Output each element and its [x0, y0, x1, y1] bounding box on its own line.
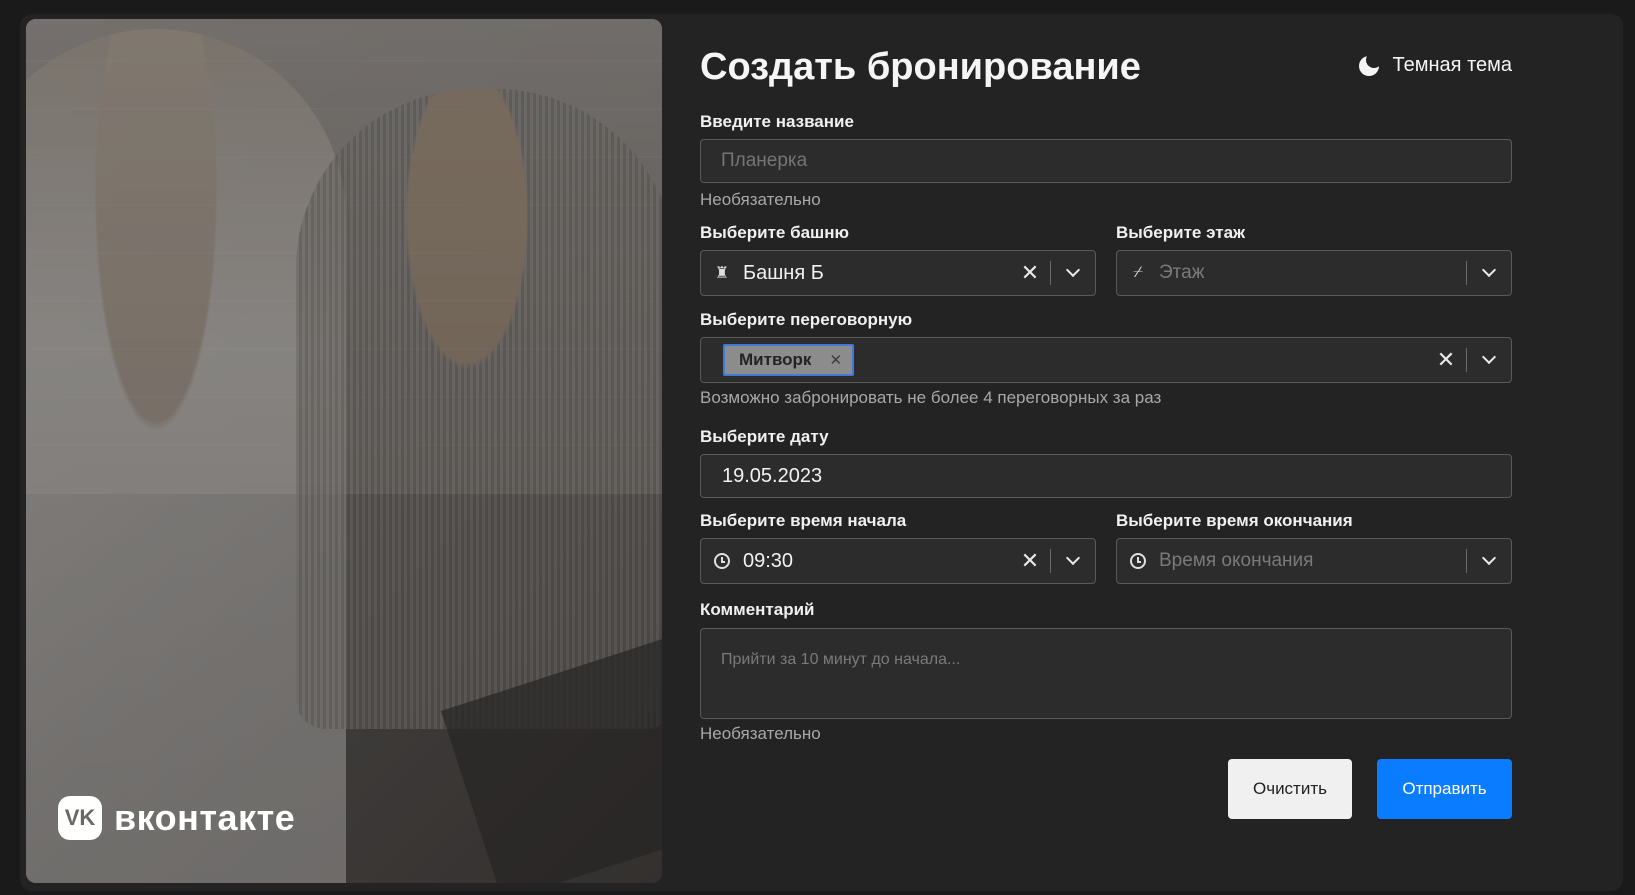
name-hint: Необязательно: [700, 190, 821, 209]
submit-button[interactable]: Отправить: [1377, 759, 1512, 819]
start-time-value: 09:30: [743, 549, 794, 572]
name-label: Введите название: [700, 112, 854, 131]
photo-overlay: [26, 19, 662, 883]
comment-label: Комментарий: [700, 600, 815, 619]
room-tag: Митворк ✕: [723, 344, 855, 376]
tower-icon: ♜: [714, 265, 730, 282]
room-multiselect[interactable]: Митворк ✕ ✕: [700, 337, 1512, 383]
date-input[interactable]: 19.05.2023: [700, 454, 1512, 498]
floor-select[interactable]: ⌿ Этаж: [1116, 250, 1512, 296]
start-time-select[interactable]: 09:30 ✕: [700, 538, 1096, 584]
end-time-chevron-down-icon[interactable]: [1467, 550, 1511, 566]
room-label: Выберите переговорную: [700, 310, 913, 329]
stairs-icon: ⌿: [1133, 264, 1143, 281]
tower-label: Выберите башню: [700, 223, 849, 242]
start-time-chevron-down-icon[interactable]: [1051, 550, 1095, 566]
vk-logo-text: вконтакте: [114, 797, 296, 838]
room-tag-label: Митворк: [739, 350, 812, 369]
clock-icon: [1130, 553, 1146, 569]
room-clear-icon[interactable]: ✕: [1426, 347, 1466, 373]
start-time-label: Выберите время начала: [700, 511, 907, 530]
floor-placeholder: Этаж: [1159, 262, 1205, 283]
start-time-clear-icon[interactable]: ✕: [1010, 548, 1050, 574]
clock-icon: [714, 553, 730, 569]
tower-value: Башня Б: [743, 261, 824, 284]
tower-select[interactable]: ♜ Башня Б ✕: [700, 250, 1096, 296]
theme-toggle[interactable]: Темная тема: [1358, 51, 1512, 77]
end-time-label: Выберите время окончания: [1116, 511, 1353, 530]
room-hint: Возможно забронировать не более 4 перего…: [700, 388, 1162, 407]
theme-toggle-label: Темная тема: [1392, 54, 1512, 76]
end-time-placeholder: Время окончания: [1159, 550, 1314, 571]
tower-clear-icon[interactable]: ✕: [1010, 260, 1050, 286]
moon-icon: [1358, 51, 1382, 76]
date-value: 19.05.2023: [722, 464, 823, 487]
vk-logo-mark: VK: [58, 796, 102, 840]
clear-button[interactable]: Очистить: [1228, 759, 1352, 819]
hero-image: [26, 19, 662, 883]
vk-logo: VK вконтакте: [58, 796, 295, 840]
end-time-select[interactable]: Время окончания: [1116, 538, 1512, 584]
floor-chevron-down-icon[interactable]: [1467, 262, 1511, 278]
room-tag-remove-icon[interactable]: ✕: [829, 351, 842, 369]
room-chevron-down-icon[interactable]: [1467, 349, 1511, 365]
tower-chevron-down-icon[interactable]: [1051, 262, 1095, 278]
floor-label: Выберите этаж: [1116, 223, 1246, 242]
comment-hint: Необязательно: [700, 724, 821, 743]
comment-textarea[interactable]: [700, 628, 1512, 719]
page-title: Создать бронирование: [700, 46, 1141, 88]
name-input[interactable]: [700, 139, 1512, 183]
date-label: Выберите дату: [700, 427, 829, 446]
